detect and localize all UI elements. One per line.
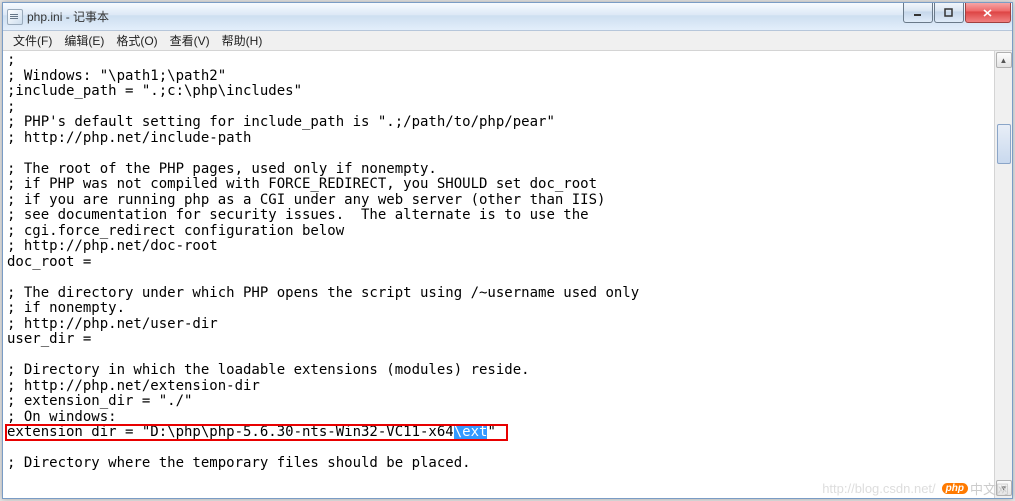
titlebar[interactable]: php.ini - 记事本: [3, 3, 1012, 31]
notepad-window: php.ini - 记事本 文件(F) 编辑(E) 格式(O) 查看(V) 帮助…: [2, 2, 1013, 499]
maximize-icon: [944, 8, 954, 18]
menu-format[interactable]: 格式(O): [110, 31, 163, 50]
window-controls: [903, 3, 1012, 23]
close-button[interactable]: [965, 3, 1011, 23]
text-editor[interactable]: ; ; Windows: "\path1;\path2" ;include_pa…: [3, 51, 994, 498]
minimize-icon: [913, 8, 923, 18]
window-title: php.ini - 记事本: [27, 8, 109, 25]
menu-file[interactable]: 文件(F): [7, 31, 58, 50]
watermark-cn: 中文网: [970, 479, 1009, 498]
vertical-scrollbar[interactable]: ▲ ▼: [994, 51, 1012, 498]
minimize-button[interactable]: [903, 3, 933, 23]
watermark: http://blog.csdn.net/ php 中文网: [822, 479, 1009, 498]
menu-help[interactable]: 帮助(H): [216, 31, 269, 50]
watermark-url: http://blog.csdn.net/: [822, 481, 935, 496]
menubar: 文件(F) 编辑(E) 格式(O) 查看(V) 帮助(H): [3, 31, 1012, 51]
menu-view[interactable]: 查看(V): [164, 31, 216, 50]
scroll-thumb[interactable]: [997, 124, 1011, 164]
notepad-icon: [7, 9, 23, 25]
scroll-up-button[interactable]: ▲: [996, 52, 1012, 68]
watermark-php-icon: php: [942, 483, 968, 494]
close-icon: [982, 8, 994, 18]
menu-edit[interactable]: 编辑(E): [58, 31, 110, 50]
content-area: ; ; Windows: "\path1;\path2" ;include_pa…: [3, 51, 1012, 498]
watermark-badge: php 中文网: [942, 479, 1009, 498]
maximize-button[interactable]: [934, 3, 964, 23]
